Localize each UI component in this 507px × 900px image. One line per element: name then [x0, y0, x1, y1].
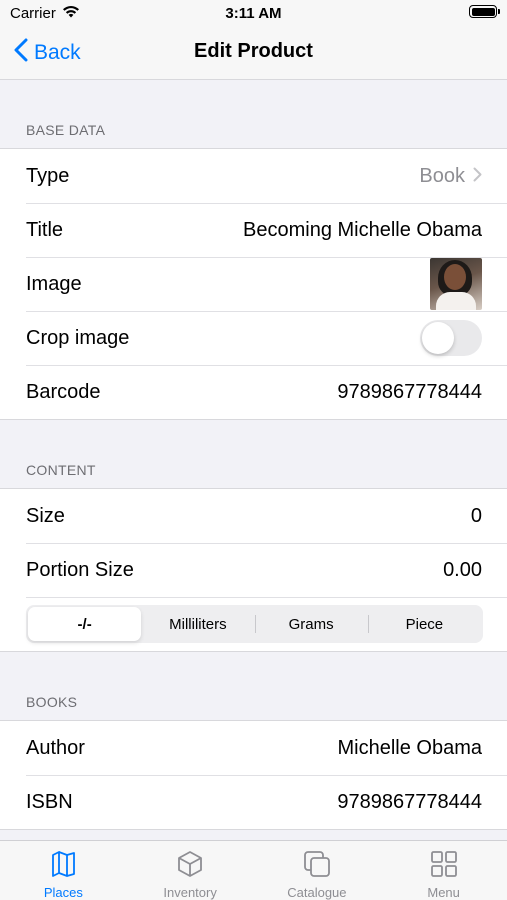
type-value: Book: [419, 164, 465, 187]
title-row[interactable]: Title Becoming Michelle Obama: [0, 203, 507, 257]
isbn-row[interactable]: ISBN 9789867778444: [0, 775, 507, 829]
product-image-thumbnail[interactable]: [430, 258, 482, 310]
toggle-knob: [422, 322, 454, 354]
status-time: 3:11 AM: [225, 5, 282, 22]
author-label: Author: [26, 736, 85, 759]
portion-size-label: Portion Size: [26, 558, 134, 581]
type-row[interactable]: Type Book: [0, 149, 507, 203]
books-group: Author Michelle Obama ISBN 9789867778444: [0, 720, 507, 830]
tab-menu[interactable]: Menu: [380, 841, 507, 900]
portion-size-value[interactable]: 0.00: [443, 559, 482, 582]
chevron-right-icon: [473, 165, 482, 188]
grid-icon: [429, 849, 459, 885]
size-row[interactable]: Size 0: [0, 489, 507, 543]
tab-places[interactable]: Places: [0, 841, 127, 900]
size-label: Size: [26, 504, 65, 527]
type-label: Type: [26, 164, 70, 187]
image-label: Image: [26, 272, 82, 295]
crop-image-label: Crop image: [26, 326, 130, 349]
title-label: Title: [26, 218, 64, 241]
author-value[interactable]: Michelle Obama: [337, 737, 482, 760]
unit-segment-row: -/- Milliliters Grams Piece: [0, 597, 507, 651]
author-row[interactable]: Author Michelle Obama: [0, 721, 507, 775]
title-value[interactable]: Becoming Michelle Obama: [243, 219, 482, 242]
page-title: Edit Product: [194, 40, 313, 62]
tab-label-menu: Menu: [427, 885, 460, 900]
navigation-bar: Back Edit Product: [0, 28, 507, 80]
crop-image-row: Crop image: [0, 311, 507, 365]
tab-catalogue[interactable]: Catalogue: [254, 841, 381, 900]
crop-image-toggle[interactable]: [420, 320, 482, 356]
tab-label-places: Places: [43, 885, 83, 900]
cube-icon: [175, 849, 205, 885]
content-group: Size 0 Portion Size 0.00 -/- Milliliters…: [0, 488, 507, 652]
unit-segmented-control: -/- Milliliters Grams Piece: [26, 605, 483, 643]
section-header-base-data: BASE DATA: [26, 122, 106, 138]
segment-piece[interactable]: Piece: [367, 607, 481, 641]
type-value-container: Book: [419, 165, 482, 188]
section-header-books: BOOKS: [26, 694, 78, 710]
tab-bar: Places Inventory Catalogue Menu: [0, 840, 507, 900]
section-header-content: CONTENT: [26, 462, 96, 478]
stacked-squares-icon: [302, 849, 332, 885]
portion-size-row[interactable]: Portion Size 0.00: [0, 543, 507, 597]
segment-grams[interactable]: Grams: [254, 607, 368, 641]
image-row[interactable]: Image: [0, 257, 507, 311]
tab-label-catalogue: Catalogue: [287, 885, 347, 900]
base-data-group: Type Book Title Becoming Michelle Obama …: [0, 148, 507, 420]
tab-label-inventory: Inventory: [163, 885, 217, 900]
tab-inventory[interactable]: Inventory: [127, 841, 254, 900]
segment-none[interactable]: -/-: [28, 607, 142, 641]
battery-icon: [469, 5, 500, 18]
isbn-value[interactable]: 9789867778444: [337, 791, 482, 814]
isbn-label: ISBN: [26, 790, 73, 813]
size-value[interactable]: 0: [471, 505, 482, 528]
barcode-label: Barcode: [26, 380, 101, 403]
segment-milliliters[interactable]: Milliliters: [141, 607, 254, 641]
places-icon: [48, 849, 78, 885]
form-content: BASE DATA Type Book Title Becoming Miche…: [0, 80, 507, 830]
status-bar: Carrier 3:11 AM: [0, 0, 507, 28]
barcode-row[interactable]: Barcode 9789867778444: [0, 365, 507, 419]
barcode-value[interactable]: 9789867778444: [337, 381, 482, 404]
